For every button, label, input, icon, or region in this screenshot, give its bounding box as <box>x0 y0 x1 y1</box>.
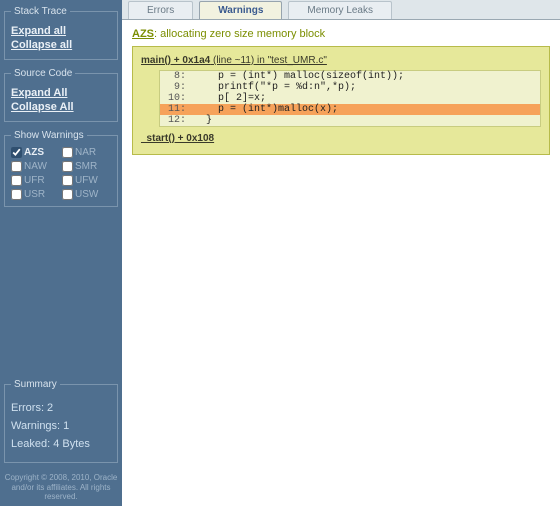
stack-frame-2[interactable]: _start() + 0x108 <box>141 133 541 144</box>
line-number: 9: <box>160 82 194 93</box>
source-code-legend: Source Code <box>11 68 75 79</box>
summary-warnings: Warnings: 1 <box>11 420 111 432</box>
warnings-content: AZS: allocating zero size memory block m… <box>122 20 560 163</box>
code-line: 11: p = (int*)malloc(x); <box>160 104 540 115</box>
line-text: p = (int*) malloc(sizeof(int)); <box>194 71 404 82</box>
warn-label: NAR <box>75 147 96 158</box>
expand-all-stack[interactable]: Expand all <box>11 25 111 37</box>
warn-label: USW <box>75 189 98 200</box>
warn-label: SMR <box>75 161 97 172</box>
warn-opt-usw[interactable]: USW <box>62 189 111 200</box>
line-number: 8: <box>160 71 194 82</box>
line-text: p[ 2]=x; <box>194 93 266 104</box>
summary-legend: Summary <box>11 379 60 390</box>
collapse-all-source[interactable]: Collapse All <box>11 101 111 113</box>
collapse-all-stack[interactable]: Collapse all <box>11 39 111 51</box>
frame2-fun: _start() + 0x108 <box>141 133 214 144</box>
stack-trace-legend: Stack Trace <box>11 6 70 17</box>
warn-opt-azs[interactable]: AZS <box>11 147 60 158</box>
summary-group: Summary Errors: 2 Warnings: 1 Leaked: 4 … <box>4 379 118 463</box>
source-code-group: Source Code Expand All Collapse All <box>4 68 118 122</box>
warning-block: main() + 0x1a4 (line ~11) in "test_UMR.c… <box>132 46 550 155</box>
line-number: 11: <box>160 104 194 115</box>
warn-checkbox-smr[interactable] <box>62 161 73 172</box>
warn-opt-smr[interactable]: SMR <box>62 161 111 172</box>
warning-tag: AZS <box>132 28 154 40</box>
line-text: p = (int*)malloc(x); <box>194 104 338 115</box>
warn-opt-ufr[interactable]: UFR <box>11 175 60 186</box>
line-text: printf("*p = %d:n",*p); <box>194 82 356 93</box>
warning-desc: : allocating zero size memory block <box>154 28 325 40</box>
tab-errors[interactable]: Errors <box>128 1 193 19</box>
warn-checkbox-naw[interactable] <box>11 161 22 172</box>
warn-checkbox-ufw[interactable] <box>62 175 73 186</box>
frame1-loc: (line ~11) in "test_UMR.c" <box>210 55 327 66</box>
warn-label: NAW <box>24 161 47 172</box>
warn-checkbox-azs[interactable] <box>11 147 22 158</box>
main-panel: Errors Warnings Memory Leaks AZS: alloca… <box>122 0 560 506</box>
warning-title: AZS: allocating zero size memory block <box>132 28 550 40</box>
code-line: 12: } <box>160 115 540 126</box>
tab-bar: Errors Warnings Memory Leaks <box>122 0 560 20</box>
code-line: 10: p[ 2]=x; <box>160 93 540 104</box>
line-number: 12: <box>160 115 194 126</box>
summary-errors: Errors: 2 <box>11 402 111 414</box>
warn-checkbox-ufr[interactable] <box>11 175 22 186</box>
line-number: 10: <box>160 93 194 104</box>
expand-all-source[interactable]: Expand All <box>11 87 111 99</box>
stack-frame-1[interactable]: main() + 0x1a4 (line ~11) in "test_UMR.c… <box>141 55 541 66</box>
summary-leaked: Leaked: 4 Bytes <box>11 438 111 450</box>
show-warnings-legend: Show Warnings <box>11 130 87 141</box>
warn-checkbox-nar[interactable] <box>62 147 73 158</box>
show-warnings-group: Show Warnings AZS NAR NAW SMR UFR UFW USR USW <box>4 130 118 207</box>
code-line: 9: printf("*p = %d:n",*p); <box>160 82 540 93</box>
line-text: } <box>194 115 212 126</box>
stack-trace-group: Stack Trace Expand all Collapse all <box>4 6 118 60</box>
frame1-fun: main() + 0x1a4 <box>141 55 210 66</box>
warn-label: UFR <box>24 175 45 186</box>
code-line: 8: p = (int*) malloc(sizeof(int)); <box>160 71 540 82</box>
warn-opt-ufw[interactable]: UFW <box>62 175 111 186</box>
tab-warnings[interactable]: Warnings <box>199 1 282 19</box>
copyright-text: Copyright © 2008, 2010, Oracle and/or it… <box>4 473 118 502</box>
warn-label: UFW <box>75 175 98 186</box>
warn-opt-nar[interactable]: NAR <box>62 147 111 158</box>
warn-opt-usr[interactable]: USR <box>11 189 60 200</box>
source-snippet: 8: p = (int*) malloc(sizeof(int));9: pri… <box>159 70 541 127</box>
warn-checkbox-usr[interactable] <box>11 189 22 200</box>
tab-memory-leaks[interactable]: Memory Leaks <box>288 1 392 19</box>
warn-opt-naw[interactable]: NAW <box>11 161 60 172</box>
sidebar: Stack Trace Expand all Collapse all Sour… <box>0 0 122 506</box>
warn-label: USR <box>24 189 45 200</box>
warn-checkbox-usw[interactable] <box>62 189 73 200</box>
warn-label: AZS <box>24 147 44 158</box>
